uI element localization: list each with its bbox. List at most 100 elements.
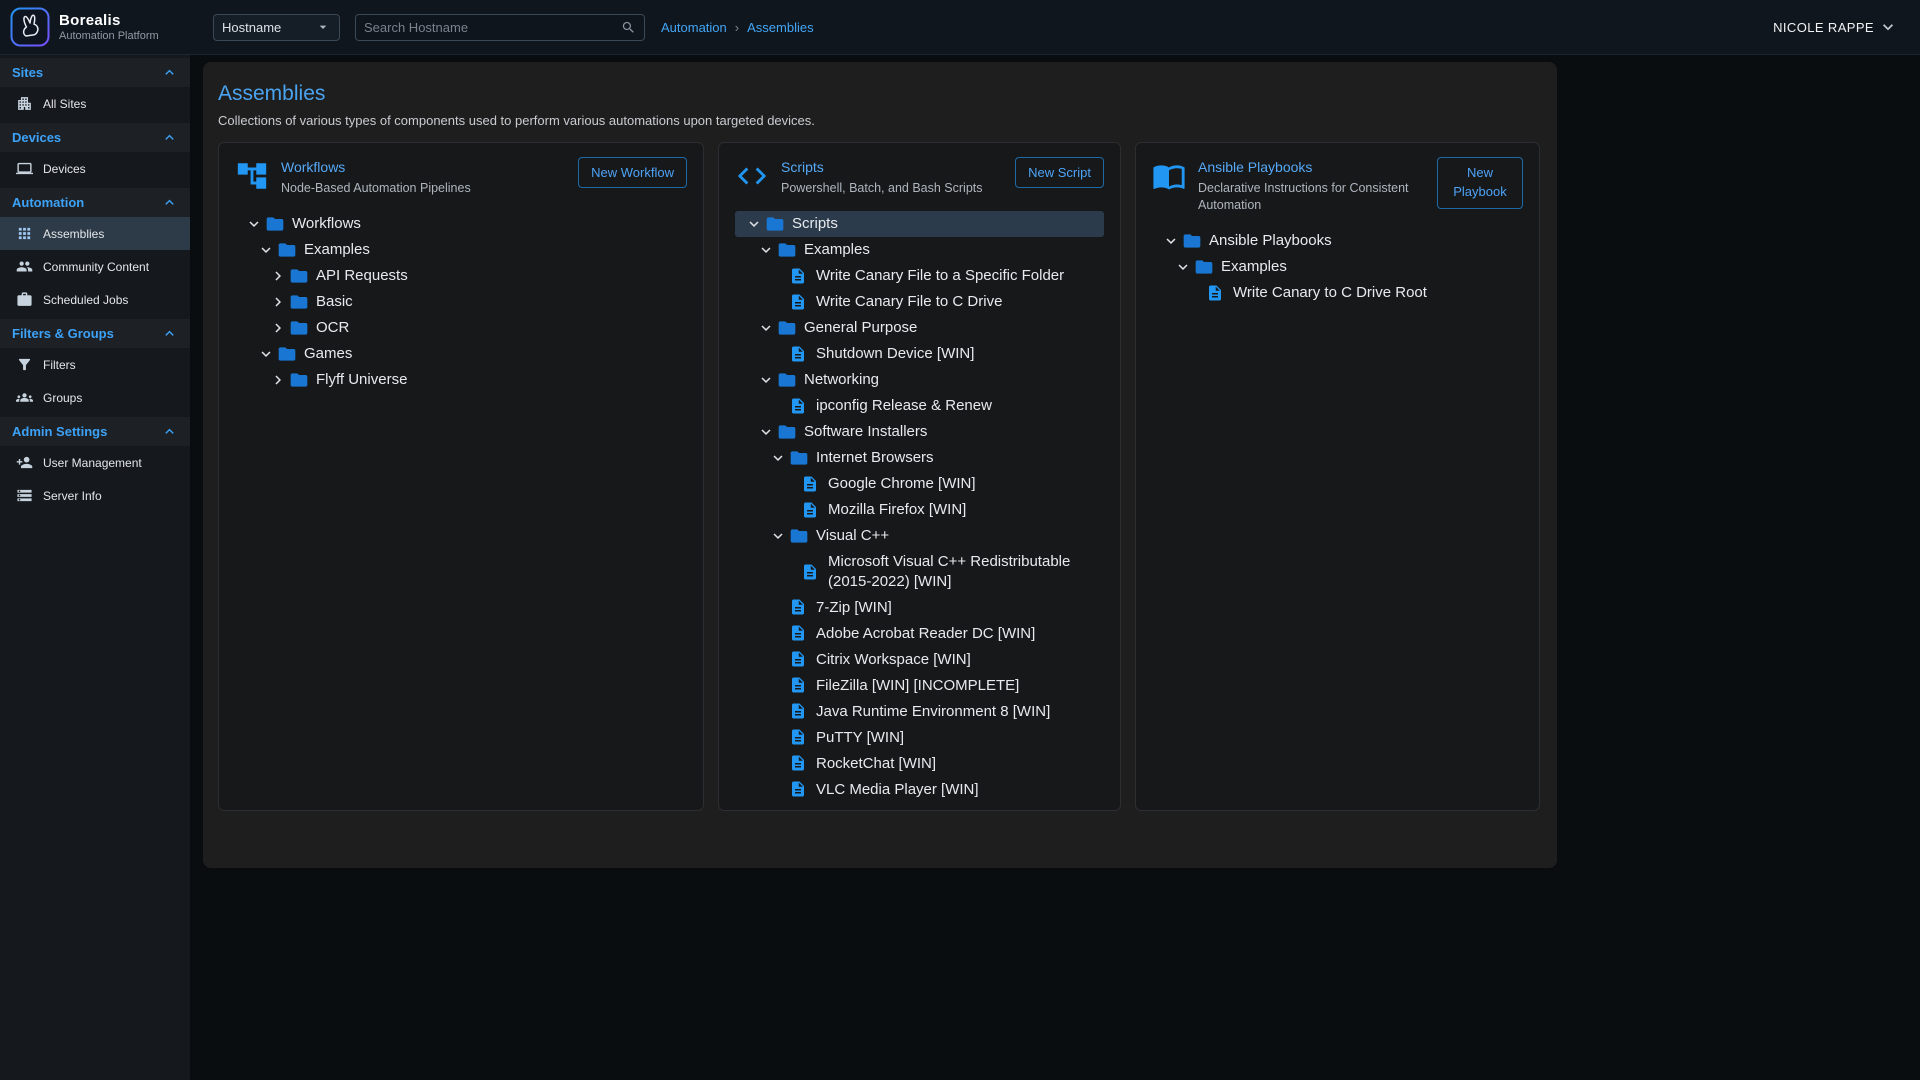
tree-file-item[interactable]: Shutdown Device [WIN]: [735, 341, 1104, 367]
tree-file-item[interactable]: Java Runtime Environment 8 [WIN]: [735, 698, 1104, 724]
chevron-down-icon[interactable]: [767, 527, 789, 545]
chevron-up-icon[interactable]: [161, 64, 178, 81]
tree-file-item[interactable]: Citrix Workspace [WIN]: [735, 646, 1104, 672]
section-label: Admin Settings: [12, 424, 107, 439]
tree-file-item[interactable]: Mozilla Firefox [WIN]: [735, 497, 1104, 523]
tree-file-item[interactable]: 7-Zip [WIN]: [735, 594, 1104, 620]
tree-item-label: ipconfig Release & Renew: [816, 394, 1100, 418]
breadcrumb-assemblies[interactable]: Assemblies: [747, 20, 813, 35]
chevron-down-icon[interactable]: [1172, 258, 1194, 276]
breadcrumb: Automation › Assemblies: [661, 20, 814, 35]
tree-folder-item[interactable]: Ansible Playbooks: [1152, 228, 1523, 254]
file-icon: [801, 501, 823, 519]
tree-file-item[interactable]: VLC Media Player [WIN]: [735, 776, 1104, 802]
sidebar-item-all-sites[interactable]: All Sites: [0, 87, 190, 120]
tree-file-item[interactable]: Write Canary File to C Drive: [735, 289, 1104, 315]
chevron-up-icon[interactable]: [161, 325, 178, 342]
workflow-icon: [235, 159, 269, 193]
chevron-down-icon[interactable]: [755, 423, 777, 441]
chevron-right-icon[interactable]: [267, 293, 289, 311]
tree-folder-item[interactable]: Examples: [1152, 254, 1523, 280]
scripts-titles: Scripts Powershell, Batch, and Bash Scri…: [781, 157, 1003, 197]
tree-item-label: Examples: [304, 238, 683, 262]
user-menu[interactable]: NICOLE RAPPE: [1773, 17, 1898, 37]
tree-item-label: Write Canary File to C Drive: [816, 290, 1100, 314]
tree-file-item[interactable]: Google Chrome [WIN]: [735, 471, 1104, 497]
top-bar: Borealis Automation Platform Hostname Au…: [0, 0, 1920, 55]
chevron-down-icon[interactable]: [743, 215, 765, 233]
sidebar-item-devices[interactable]: Devices: [0, 152, 190, 185]
tree-folder-item[interactable]: Examples: [735, 237, 1104, 263]
tree-item-label: Examples: [804, 238, 1100, 262]
tree-folder-item[interactable]: Software Installers: [735, 419, 1104, 445]
tree-folder-item[interactable]: Flyff Universe: [235, 367, 687, 393]
sidebar-item-user-management[interactable]: User Management: [0, 446, 190, 479]
tree-folder-item[interactable]: Networking: [735, 367, 1104, 393]
chevron-down-icon[interactable]: [767, 449, 789, 467]
server-info-icon: [16, 487, 33, 504]
chevron-down-icon[interactable]: [1160, 232, 1182, 250]
chevron-down-icon[interactable]: [255, 345, 277, 363]
content-area: Assemblies Collections of various types …: [190, 55, 1920, 1080]
tree-folder-item[interactable]: Visual C++: [735, 523, 1104, 549]
tree-file-item[interactable]: Adobe Acrobat Reader DC [WIN]: [735, 620, 1104, 646]
tree-folder-item[interactable]: Basic: [235, 289, 687, 315]
chevron-down-icon[interactable]: [755, 241, 777, 259]
tree-file-item[interactable]: Microsoft Visual C++ Redistributable (20…: [735, 549, 1104, 595]
chevron-down-icon[interactable]: [255, 241, 277, 259]
ansible-tree: Ansible PlaybooksExamplesWrite Canary to…: [1152, 228, 1523, 306]
sites-icon: [16, 95, 33, 112]
sidebar-section-sites[interactable]: Sites: [0, 58, 190, 87]
tree-folder-item[interactable]: API Requests: [235, 263, 687, 289]
tree-folder-item[interactable]: Games: [235, 341, 687, 367]
sidebar-item-server-info[interactable]: Server Info: [0, 479, 190, 512]
tree-item-label: Java Runtime Environment 8 [WIN]: [816, 700, 1100, 724]
sidebar-item-filters[interactable]: Filters: [0, 348, 190, 381]
tree-file-item[interactable]: ipconfig Release & Renew: [735, 393, 1104, 419]
search-icon[interactable]: [621, 20, 636, 35]
tree-file-item[interactable]: FileZilla [WIN] [INCOMPLETE]: [735, 672, 1104, 698]
chevron-right-icon[interactable]: [267, 319, 289, 337]
ansible-playbooks-panel: Ansible Playbooks Declarative Instructio…: [1135, 142, 1540, 811]
tree-folder-item[interactable]: Scripts: [735, 211, 1104, 237]
tree-file-item[interactable]: Write Canary to C Drive Root: [1152, 280, 1523, 306]
panel-subtitle: Node-Based Automation Pipelines: [281, 180, 566, 197]
file-icon: [801, 563, 823, 581]
sidebar-section-automation[interactable]: Automation: [0, 188, 190, 217]
chevron-up-icon[interactable]: [161, 194, 178, 211]
dropdown-caret-icon: [315, 19, 331, 35]
chevron-down-icon[interactable]: [755, 371, 777, 389]
chevron-up-icon[interactable]: [161, 129, 178, 146]
file-icon: [789, 702, 811, 720]
chevron-right-icon[interactable]: [267, 267, 289, 285]
tree-folder-item[interactable]: OCR: [235, 315, 687, 341]
tree-folder-item[interactable]: General Purpose: [735, 315, 1104, 341]
sidebar-section-admin-settings[interactable]: Admin Settings: [0, 417, 190, 446]
tree-folder-item[interactable]: Internet Browsers: [735, 445, 1104, 471]
sidebar-item-groups[interactable]: Groups: [0, 381, 190, 414]
new-script-button[interactable]: New Script: [1015, 157, 1104, 188]
chevron-down-icon[interactable]: [755, 319, 777, 337]
search-input[interactable]: [364, 20, 621, 35]
folder-icon: [289, 318, 311, 338]
breadcrumb-automation[interactable]: Automation: [661, 20, 727, 35]
chevron-right-icon[interactable]: [267, 371, 289, 389]
new-workflow-button[interactable]: New Workflow: [578, 157, 687, 188]
new-playbook-button[interactable]: New Playbook: [1437, 157, 1523, 209]
tree-file-item[interactable]: PuTTY [WIN]: [735, 724, 1104, 750]
chevron-up-icon[interactable]: [161, 423, 178, 440]
folder-icon: [1194, 257, 1216, 277]
sidebar-item-scheduled-jobs[interactable]: Scheduled Jobs: [0, 283, 190, 316]
tree-folder-item[interactable]: Workflows: [235, 211, 687, 237]
main-panel: Assemblies Collections of various types …: [203, 62, 1557, 868]
folder-icon: [789, 526, 811, 546]
sidebar-section-filters-groups[interactable]: Filters & Groups: [0, 319, 190, 348]
sidebar-item-assemblies[interactable]: Assemblies: [0, 217, 190, 250]
sidebar-section-devices[interactable]: Devices: [0, 123, 190, 152]
sidebar-item-community-content[interactable]: Community Content: [0, 250, 190, 283]
tree-file-item[interactable]: Write Canary File to a Specific Folder: [735, 263, 1104, 289]
hostname-select[interactable]: Hostname: [213, 14, 340, 41]
tree-folder-item[interactable]: Examples: [235, 237, 687, 263]
chevron-down-icon[interactable]: [243, 215, 265, 233]
tree-file-item[interactable]: RocketChat [WIN]: [735, 750, 1104, 776]
